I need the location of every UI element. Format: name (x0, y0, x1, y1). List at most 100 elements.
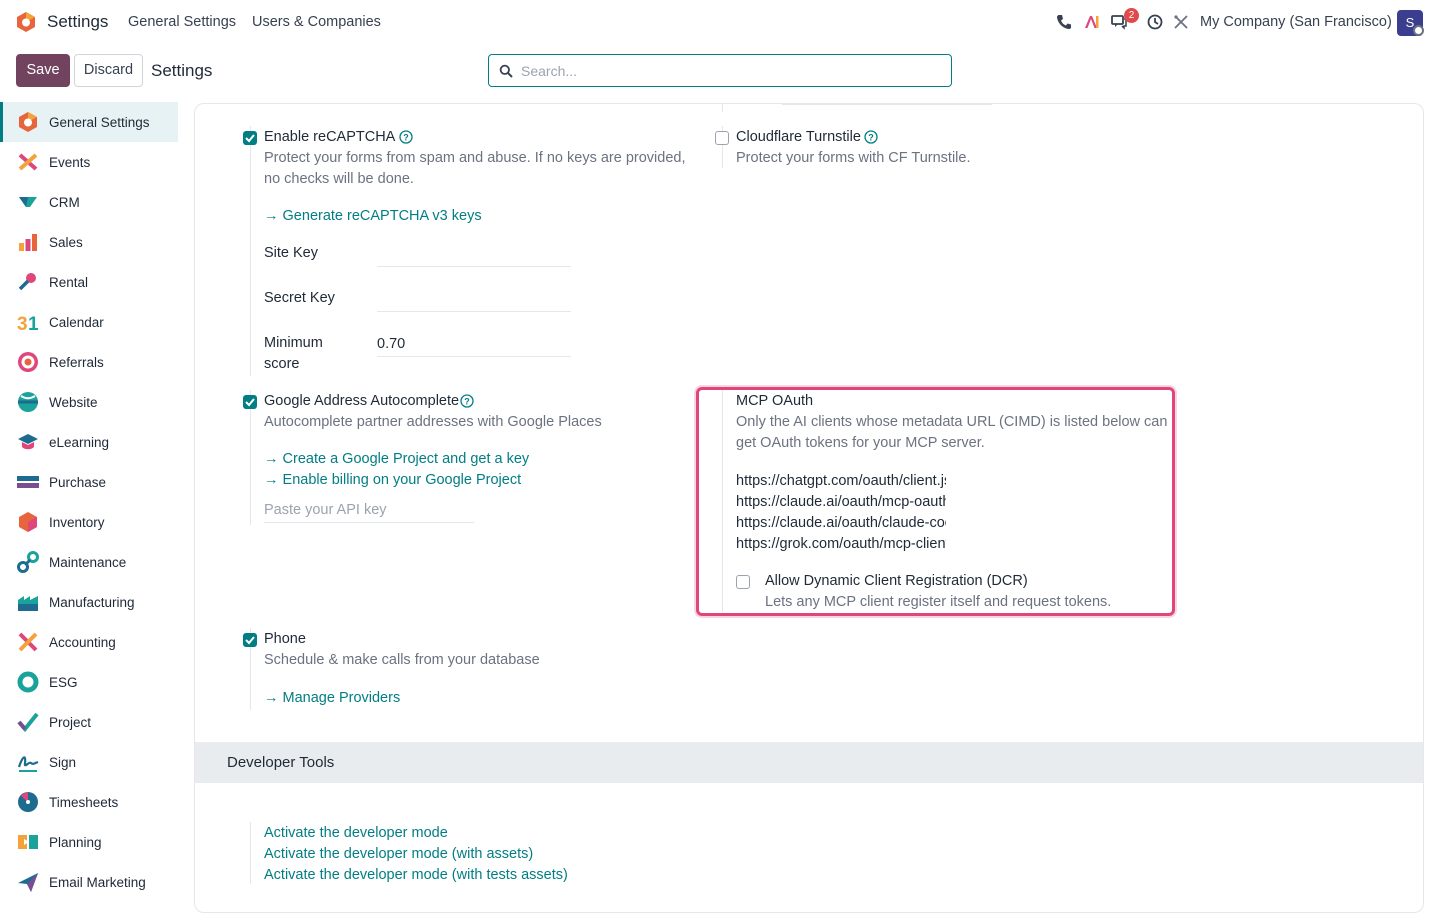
search-bar[interactable] (488, 54, 952, 87)
setting-divider (250, 390, 251, 525)
sidebar-item-label: Accounting (49, 634, 116, 650)
sidebar-item-email-marketing[interactable]: Email Marketing (3, 862, 178, 902)
accounting-icon (18, 632, 38, 652)
sidebar-item-project[interactable]: Project (3, 702, 178, 742)
breadcrumb: Settings (151, 61, 213, 80)
sales-icon (19, 234, 37, 251)
search-input[interactable] (521, 56, 941, 85)
debug-tools-icon[interactable] (1172, 13, 1190, 31)
ai-icon[interactable] (1083, 13, 1101, 31)
google-address-title: Google Address Autocomplete (264, 393, 460, 409)
sidebar-item-referrals[interactable]: Referrals (3, 342, 178, 382)
menu-users-companies[interactable]: Users & Companies (252, 14, 381, 30)
help-icon[interactable]: ? (399, 130, 413, 144)
sidebar-item-label: Website (49, 394, 98, 410)
sidebar-item-rental[interactable]: Rental (3, 262, 178, 302)
presence-status-icon (1413, 25, 1424, 36)
sidebar-item-sign[interactable]: Sign (3, 742, 178, 782)
save-button[interactable]: Save (16, 54, 70, 87)
sidebar-item-label: eLearning (49, 434, 110, 450)
phone-checkbox[interactable] (243, 633, 257, 647)
mcp-oauth-title: MCP OAuth (736, 393, 814, 409)
secret-key-label: Secret Key (264, 290, 335, 306)
sidebar-item-label: Manufacturing (49, 594, 135, 610)
cimd-url-list-item[interactable]: https://claude.ai/oauth/claude-code-clie… (736, 515, 946, 531)
sidebar-item-purchase[interactable]: Purchase (3, 462, 178, 502)
google-address-checkbox[interactable] (243, 395, 257, 409)
svg-text:?: ? (868, 133, 874, 143)
api-key-underline (264, 522, 474, 523)
rental-icon (18, 273, 36, 291)
create-google-project-link[interactable]: → Create a Google Project and get a key (264, 451, 529, 467)
sidebar-item-elearning[interactable]: eLearning (3, 422, 178, 462)
app-title[interactable]: Settings (47, 12, 108, 32)
site-key-label: Site Key (264, 245, 318, 261)
recaptcha-title: Enable reCAPTCHA (264, 129, 396, 145)
activate-developer-mode-assets-link[interactable]: Activate the developer mode (with assets… (264, 846, 533, 862)
link-label: Create a Google Project and get a key (282, 451, 530, 467)
dcr-description: Lets any MCP client register itself and … (765, 594, 1112, 610)
minimum-score-underline (377, 356, 571, 357)
sidebar-item-crm[interactable]: CRM (3, 182, 178, 222)
sidebar-item-maintenance[interactable]: Maintenance (3, 542, 178, 582)
manage-providers-link[interactable]: → Manage Providers (264, 690, 400, 706)
sidebar-item-inventory[interactable]: Inventory (3, 502, 178, 542)
sidebar-item-label: Timesheets (49, 794, 119, 810)
clock-icon[interactable] (1146, 13, 1164, 31)
project-icon (17, 712, 39, 733)
discard-button[interactable]: Discard (74, 54, 143, 87)
mcp-oauth-description-line2: get OAuth tokens for your MCP server. (736, 435, 985, 451)
sidebar-item-label: Maintenance (49, 554, 127, 570)
sidebar-item-esg[interactable]: ESG (3, 662, 178, 702)
esg-icon (17, 671, 39, 693)
enable-billing-link[interactable]: → Enable billing on your Google Project (264, 472, 521, 488)
purchase-icon (17, 476, 39, 488)
sidebar-item-label: Planning (49, 834, 102, 850)
dcr-checkbox[interactable] (736, 575, 750, 589)
website-icon (18, 392, 38, 412)
sidebar-item-accounting[interactable]: Accounting (3, 622, 178, 662)
generate-recaptcha-keys-link[interactable]: → Generate reCAPTCHA v3 keys (264, 208, 482, 224)
sidebar-item-label: ESG (49, 674, 78, 690)
sidebar-item-timesheets[interactable]: Timesheets (3, 782, 178, 822)
sidebar-item-planning[interactable]: Planning (3, 822, 178, 862)
sidebar-item-calendar[interactable]: 31 Calendar (3, 302, 178, 342)
minimum-score-input[interactable]: 0.70 (377, 336, 405, 352)
turnstile-title: Cloudflare Turnstile (736, 129, 861, 145)
google-api-key-input[interactable]: Paste your API key (264, 502, 387, 518)
sidebar-item-label: Calendar (49, 314, 104, 330)
recaptcha-checkbox[interactable] (243, 131, 257, 145)
sidebar-item-website[interactable]: Website (3, 382, 178, 422)
minimum-score-label-line1: Minimum (264, 335, 323, 351)
google-address-description: Autocomplete partner addresses with Goog… (264, 414, 602, 430)
company-switcher[interactable]: My Company (San Francisco) (1200, 14, 1392, 30)
settings-app-logo-icon[interactable] (15, 11, 37, 33)
minimum-score-label-line2: score (264, 356, 300, 372)
sidebar-item-sales[interactable]: Sales (3, 222, 178, 262)
activate-developer-mode-link[interactable]: Activate the developer mode (264, 825, 448, 841)
sidebar-item-events[interactable]: Events (3, 142, 178, 182)
sidebar-item-label: Referrals (49, 354, 104, 370)
setting-divider (250, 126, 251, 376)
sidebar-item-manufacturing[interactable]: Manufacturing (3, 582, 178, 622)
arrow-right-icon: → (264, 451, 283, 467)
sidebar-item-label: Sign (49, 754, 77, 770)
notification-badge: 2 (1124, 8, 1139, 23)
cimd-url-list-item[interactable]: https://chatgpt.com/oauth/client.json (736, 473, 946, 489)
dcr-title: Allow Dynamic Client Registration (DCR) (765, 573, 1028, 589)
turnstile-checkbox[interactable] (715, 131, 729, 145)
cimd-url-list-item[interactable]: https://grok.com/oauth/mcp-client.json (736, 536, 946, 552)
help-icon[interactable]: ? (460, 394, 474, 408)
sidebar-item-label: Rental (49, 274, 89, 290)
secret-key-underline (377, 311, 571, 312)
help-icon[interactable]: ? (864, 130, 878, 144)
referrals-icon (18, 352, 38, 372)
svg-text:?: ? (403, 133, 409, 143)
phone-icon[interactable] (1055, 13, 1073, 31)
sidebar-item-general-settings[interactable]: General Settings (0, 102, 178, 142)
settings-icon (19, 112, 37, 132)
activate-developer-mode-tests-link[interactable]: Activate the developer mode (with tests … (264, 867, 568, 883)
menu-general-settings[interactable]: General Settings (128, 14, 236, 30)
cimd-url-list-item[interactable]: https://claude.ai/oauth/mcp-oauth-client (736, 494, 946, 510)
inventory-icon (19, 512, 37, 532)
